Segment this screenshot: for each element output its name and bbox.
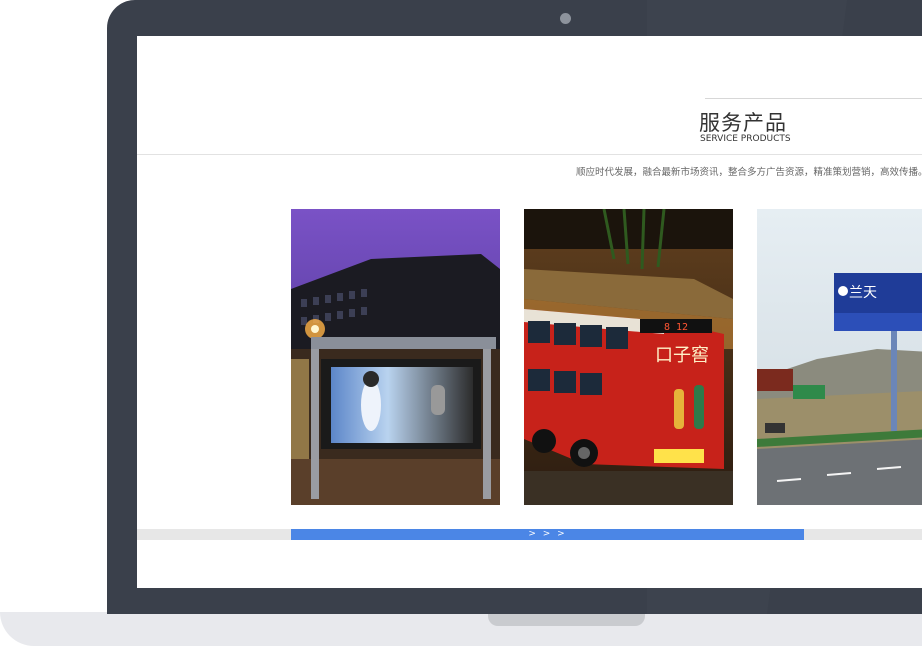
section-subtitle: SERVICE PRODUCTS (700, 134, 791, 144)
section-title: 服务产品 (699, 111, 787, 135)
camera-icon (560, 13, 571, 24)
header-divider (137, 154, 922, 155)
title-rule (705, 98, 922, 99)
laptop-base (0, 612, 922, 649)
highway-billboard-photo-icon: 兰天 (757, 209, 922, 505)
bus-photo-icon: 8 12 口子窖 (524, 209, 733, 505)
bus-brand-text: 口子窖 (655, 345, 709, 366)
laptop-hinge-notch (488, 612, 645, 626)
carousel-scroll-thumb[interactable]: > > > (291, 529, 804, 540)
route-display: 8 12 (664, 322, 688, 333)
product-card-bus-body[interactable]: 8 12 口子窖 (524, 209, 733, 505)
laptop-screen: 服务产品 SERVICE PRODUCTS 顺应时代发展，融合最新市场资讯，整合… (137, 36, 922, 588)
section-slogan: 顺应时代发展，融合最新市场资讯，整合多方广告资源，精准策划营销，高效传播。 (576, 167, 922, 178)
billboard-brand-text: 兰天 (849, 285, 877, 301)
product-card-bus-shelter[interactable] (291, 209, 500, 505)
bus-shelter-photo-icon (291, 209, 500, 505)
product-card-highway-billboard[interactable]: 兰天 (757, 209, 922, 505)
